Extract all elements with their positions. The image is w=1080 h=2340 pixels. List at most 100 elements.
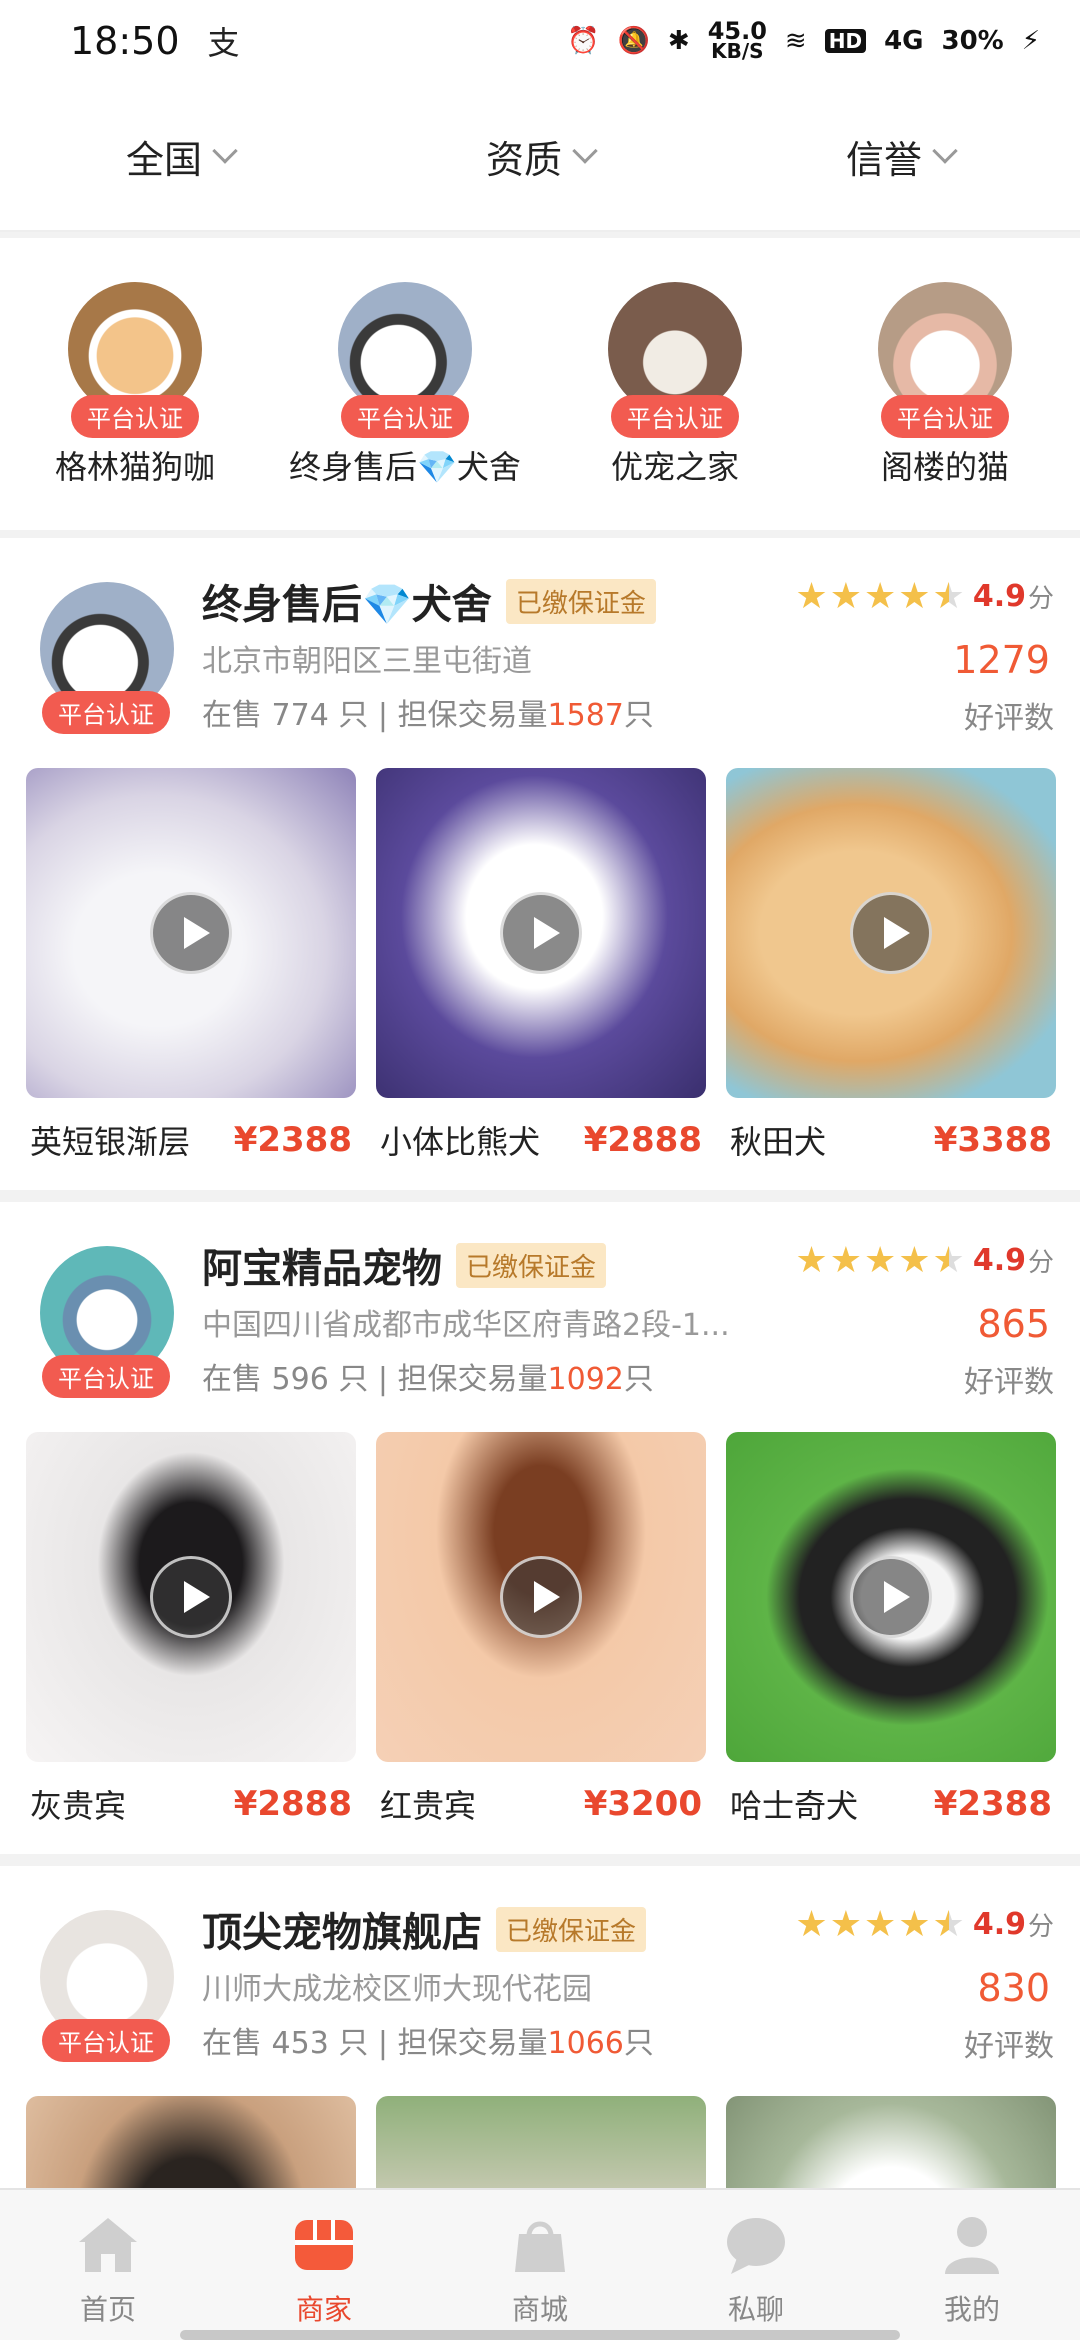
product-name: 哈士奇犬	[730, 1787, 859, 1825]
tab-profile[interactable]: 我的	[864, 2190, 1080, 2340]
product-card[interactable]: 秋田犬 ¥3388	[726, 768, 1056, 1182]
tab-mall-label: 商城	[511, 2293, 568, 2326]
filter-region[interactable]: 全国	[0, 129, 360, 184]
featured-shop[interactable]: 平台认证 终身售后💎犬舍	[270, 282, 540, 530]
wifi-icon: ≋	[784, 26, 807, 56]
deposit-tag: 已缴保证金	[456, 1242, 607, 1288]
app-screen: 18:50 支 ⏰ 🔕 ✱ 45.0 KB/S ≋ HD 4G 30% ⚡ 全国…	[0, 0, 1080, 2340]
product-thumbnail	[376, 1432, 706, 1762]
shop-name: 顶尖宠物旗舰店	[202, 1910, 482, 1956]
shop-header: 平台认证 阿宝精品宠物 已缴保证金 中国四川省成都市成华区府青路2段-1... …	[0, 1202, 1080, 1432]
filter-qualification[interactable]: 资质	[360, 129, 720, 184]
play-icon[interactable]	[500, 1556, 582, 1638]
star-rating: ★ ★ ★ ★ ★	[795, 575, 965, 617]
half-star-icon: ★	[932, 1903, 965, 1945]
avatar: 平台认证	[608, 282, 742, 438]
trade-volume: 1587	[547, 698, 624, 733]
chat-icon	[727, 2218, 785, 2274]
half-star-icon: ★	[932, 575, 965, 617]
bluetooth-icon: ✱	[667, 26, 690, 56]
featured-shop-name: 格林猫狗咖	[54, 448, 215, 486]
product-thumbnail	[26, 768, 356, 1098]
product-row: 英短银渐层 ¥2388 小体比熊犬 ¥2888 秋田犬 ¥3388	[0, 768, 1080, 1182]
filter-qualification-label: 资质	[485, 137, 562, 182]
product-card[interactable]: 小体比熊犬 ¥2888	[376, 768, 706, 1182]
tab-shop[interactable]: 商家	[216, 2190, 432, 2340]
hd-icon: HD	[824, 29, 867, 53]
shop-card[interactable]: 平台认证 阿宝精品宠物 已缴保证金 中国四川省成都市成华区府青路2段-1... …	[0, 1202, 1080, 1854]
star-icon: ★	[863, 1903, 897, 1945]
product-card[interactable]: 英短银渐层 ¥2388	[26, 768, 356, 1182]
tab-home[interactable]: 首页	[0, 2190, 216, 2340]
product-name: 小体比熊犬	[380, 1123, 541, 1161]
featured-shop-name: 优宠之家	[610, 448, 739, 486]
product-price: ¥3388	[933, 1120, 1052, 1160]
product-price: ¥3200	[583, 1784, 702, 1824]
play-icon[interactable]	[150, 892, 232, 974]
play-icon[interactable]	[850, 892, 932, 974]
certified-badge: 平台认证	[611, 395, 739, 438]
play-icon[interactable]	[500, 892, 582, 974]
star-icon: ★	[898, 575, 931, 617]
network-speed: 45.0 KB/S	[707, 17, 767, 63]
featured-shop[interactable]: 平台认证 格林猫狗咖	[0, 282, 270, 530]
filter-reputation[interactable]: 信誉	[720, 129, 1080, 184]
star-icon: ★	[795, 1903, 828, 1945]
star-icon: ★	[898, 1903, 931, 1945]
product-thumbnail	[26, 1432, 356, 1762]
alipay-notification-icon: 支	[207, 24, 240, 62]
star-icon: ★	[863, 1239, 897, 1281]
tab-chat-label: 私聊	[727, 2293, 784, 2326]
star-icon: ★	[898, 1239, 931, 1281]
half-star-icon: ★	[932, 1239, 965, 1281]
certified-badge: 平台认证	[71, 395, 199, 438]
featured-shops: 平台认证 格林猫狗咖 平台认证 终身售后💎犬舍 平台认证 优宠之家 平台认证 阁…	[0, 238, 1080, 530]
signal-icon: 4G	[884, 26, 924, 56]
star-icon: ★	[829, 1903, 862, 1945]
trade-volume: 1092	[547, 1362, 624, 1397]
featured-shop[interactable]: 平台认证 阁楼的猫	[810, 282, 1080, 530]
shop-name: 阿宝精品宠物	[202, 1246, 442, 1292]
play-icon[interactable]	[850, 1556, 932, 1638]
shop-stats: 在售 596 只 | 担保交易量1092只	[202, 1362, 654, 1397]
good-review-count: 865	[977, 1302, 1050, 1346]
rating: ★ ★ ★ ★ ★ 4.9 分	[795, 1903, 1054, 1945]
star-icon: ★	[795, 575, 828, 617]
product-name: 英短银渐层	[30, 1123, 191, 1161]
product-name: 秋田犬	[730, 1123, 827, 1161]
shop-title: 终身售后💎犬舍 已缴保证金	[202, 572, 656, 630]
home-indicator[interactable]	[180, 2330, 900, 2340]
star-icon: ★	[829, 1239, 862, 1281]
featured-shop[interactable]: 平台认证 优宠之家	[540, 282, 810, 530]
shop-address: 川师大成龙校区师大现代花园	[202, 1972, 592, 2007]
deposit-tag: 已缴保证金	[505, 578, 656, 624]
good-review-count: 830	[977, 1966, 1050, 2010]
home-icon	[79, 2218, 137, 2272]
avatar: 平台认证	[40, 1246, 174, 1398]
product-thumbnail	[376, 768, 706, 1098]
tab-home-label: 首页	[79, 2293, 136, 2326]
tab-chat[interactable]: 私聊	[648, 2190, 864, 2340]
avatar: 平台认证	[40, 582, 174, 734]
product-name: 灰贵宾	[30, 1787, 127, 1825]
certified-badge: 平台认证	[42, 1355, 170, 1398]
status-time: 18:50	[70, 19, 180, 63]
shop-title: 阿宝精品宠物 已缴保证金	[202, 1236, 607, 1294]
star-icon: ★	[829, 575, 862, 617]
bag-icon	[515, 2221, 565, 2272]
shop-header: 平台认证 终身售后💎犬舍 已缴保证金 北京市朝阳区三里屯街道 在售 774 只 …	[0, 538, 1080, 768]
user-icon	[945, 2217, 999, 2274]
shop-card[interactable]: 平台认证 终身售后💎犬舍 已缴保证金 北京市朝阳区三里屯街道 在售 774 只 …	[0, 538, 1080, 1190]
shop-icon	[295, 2220, 353, 2270]
product-card[interactable]: 灰贵宾 ¥2888	[26, 1432, 356, 1846]
mute-icon: 🔕	[617, 26, 650, 56]
rating: ★ ★ ★ ★ ★ 4.9 分	[795, 1239, 1054, 1281]
play-icon[interactable]	[150, 1556, 232, 1638]
battery-level: 30%	[941, 26, 1004, 56]
product-card[interactable]: 哈士奇犬 ¥2388	[726, 1432, 1056, 1846]
rating-score: 4.9	[972, 1907, 1026, 1942]
product-card[interactable]: 红贵宾 ¥3200	[376, 1432, 706, 1846]
rating-score: 4.9	[972, 579, 1026, 614]
tab-mall[interactable]: 商城	[432, 2190, 648, 2340]
shop-card[interactable]: 平台认证 顶尖宠物旗舰店 已缴保证金 川师大成龙校区师大现代花园 在售 453 …	[0, 1866, 1080, 2340]
